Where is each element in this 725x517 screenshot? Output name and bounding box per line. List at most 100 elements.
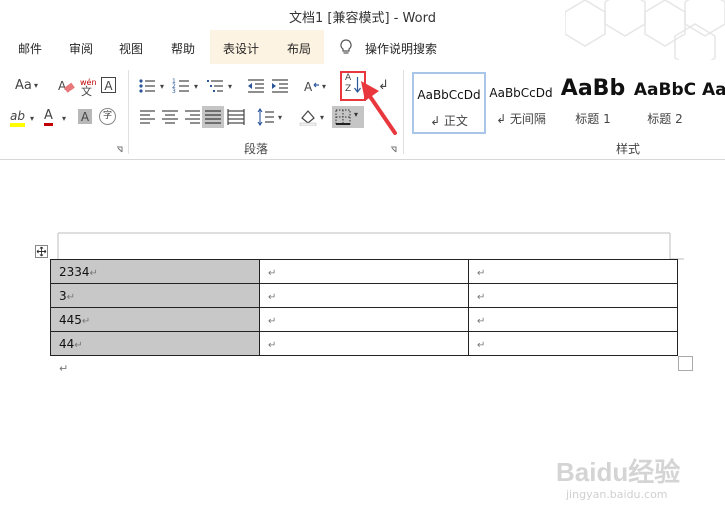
style-title[interactable]: Aa xyxy=(702,72,725,130)
style-label: ↲ 无间隔 xyxy=(496,112,546,126)
style-label: 标题 1 xyxy=(575,112,611,126)
table-cell[interactable]: ↵ xyxy=(259,307,469,332)
table-row: 2334↵ ↵ ↵ xyxy=(50,259,678,284)
enclose-char-button[interactable]: 字 xyxy=(99,108,116,125)
table-cell[interactable]: 44↵ xyxy=(50,331,260,356)
tab-view[interactable]: 视图 xyxy=(119,40,143,57)
cell-end-mark: ↵ xyxy=(477,267,486,279)
ribbon-tabs: 邮件 审阅 视图 帮助 表设计 布局 操作说明搜索 xyxy=(0,30,725,64)
bullets-icon[interactable] xyxy=(138,77,158,95)
group-separator xyxy=(128,70,129,154)
table-move-handle-icon[interactable] xyxy=(35,245,48,258)
chevron-down-icon: ▾ xyxy=(160,82,165,91)
paragraph-group-label: 段落 xyxy=(244,142,269,156)
chevron-down-icon: ▾ xyxy=(194,82,199,91)
char-border-button[interactable]: A xyxy=(101,77,116,93)
change-case-button[interactable]: Aa xyxy=(15,78,32,94)
paragraph-dialog-launcher-icon[interactable] xyxy=(390,146,398,154)
group-separator xyxy=(403,70,404,154)
svg-text:3: 3 xyxy=(172,88,176,95)
table-cell[interactable]: ↵ xyxy=(468,331,678,356)
cell-end-mark: ↵ xyxy=(477,315,486,327)
table-cell[interactable]: ↵ xyxy=(468,283,678,308)
chevron-down-icon: ▾ xyxy=(320,113,325,122)
svg-text:A: A xyxy=(58,79,67,93)
tab-mailings[interactable]: 邮件 xyxy=(18,40,42,57)
numbering-icon[interactable]: 123 xyxy=(172,77,192,95)
paragraph-mark: ↵ xyxy=(59,362,69,375)
table-row: 44↵ ↵ ↵ xyxy=(50,331,678,356)
table-cell[interactable]: ↵ xyxy=(468,307,678,332)
borders-icon xyxy=(335,109,351,125)
title-bar: 文档1 [兼容模式] - Word xyxy=(0,0,725,60)
style-no-spacing[interactable]: AaBbCcDd ↲ 无间隔 xyxy=(486,72,556,130)
tab-help[interactable]: 帮助 xyxy=(171,40,195,57)
table-cell[interactable]: 445↵ xyxy=(50,307,260,332)
table-row: 445↵ ↵ ↵ xyxy=(50,307,678,332)
cell-end-mark: ↵ xyxy=(477,339,486,351)
cell-end-mark: ↵ xyxy=(477,291,486,303)
justify-icon xyxy=(205,110,221,124)
align-center-icon[interactable] xyxy=(160,108,180,126)
cell-end-mark: ↵ xyxy=(81,315,91,327)
cell-end-mark: ↵ xyxy=(268,339,277,351)
style-label: 标题 2 xyxy=(647,112,683,126)
style-sample: Aa xyxy=(702,80,725,100)
tab-table-design[interactable]: 表设计 xyxy=(223,40,259,57)
style-heading-2[interactable]: AaBbC 标题 2 xyxy=(630,72,700,130)
decrease-indent-icon[interactable] xyxy=(246,77,266,95)
chevron-down-icon: ▾ xyxy=(278,113,283,122)
cell-end-mark: ↵ xyxy=(268,315,277,327)
chinese-layout-icon[interactable]: A xyxy=(302,77,322,95)
table-cell[interactable]: ↵ xyxy=(259,283,469,308)
table-row: 3↵ ↵ ↵ xyxy=(50,283,678,308)
style-sample: AaBb xyxy=(560,76,626,101)
phonetic-guide-icon[interactable]: 文 xyxy=(81,84,92,100)
table-cell[interactable]: ↵ xyxy=(259,331,469,356)
table-cell[interactable]: ↵ xyxy=(259,259,469,284)
table-cell[interactable]: 3↵ xyxy=(50,283,260,308)
ribbon: Aa ▾ A wén 文 A ab ▾ A ▾ A 字 ▾ 123 ▾ ▾ A … xyxy=(0,64,725,160)
increase-indent-icon[interactable] xyxy=(270,77,290,95)
align-left-icon[interactable] xyxy=(138,108,158,126)
font-dialog-launcher-icon[interactable] xyxy=(116,146,124,154)
chevron-down-icon: ▾ xyxy=(30,114,35,123)
sort-label-a: A xyxy=(345,73,352,83)
sort-label-z: Z xyxy=(345,84,352,94)
table-cell[interactable]: ↵ xyxy=(468,259,678,284)
tab-review[interactable]: 审阅 xyxy=(69,40,93,57)
distributed-icon[interactable] xyxy=(226,108,246,126)
tab-layout[interactable]: 布局 xyxy=(287,40,311,57)
char-shading-button[interactable]: A xyxy=(78,109,92,124)
chevron-down-icon: ▾ xyxy=(62,114,67,123)
chevron-down-icon: ▾ xyxy=(228,82,233,91)
style-normal[interactable]: AaBbCcDd ↲ 正文 xyxy=(412,72,486,134)
tell-me-search[interactable]: 操作说明搜索 xyxy=(365,40,437,57)
style-heading-1[interactable]: AaBb 标题 1 xyxy=(558,72,628,130)
cell-end-mark: ↵ xyxy=(66,291,76,303)
align-right-icon[interactable] xyxy=(182,108,202,126)
chevron-down-icon: ▾ xyxy=(322,82,327,91)
document-table[interactable]: 2334↵ ↵ ↵ 3↵ ↵ ↵ 445↵ ↵ ↵ 44↵ ↵ ↵ xyxy=(50,259,678,356)
styles-group-label: 样式 xyxy=(616,142,641,156)
table-resize-handle[interactable] xyxy=(678,356,693,371)
style-sample: AaBbCcDd xyxy=(417,88,481,102)
clear-format-icon[interactable]: A xyxy=(56,77,76,95)
svg-text:A: A xyxy=(304,80,313,94)
font-color-button[interactable]: A xyxy=(44,108,53,126)
style-sample: AaBbC xyxy=(633,80,697,100)
cell-end-mark: ↵ xyxy=(74,339,83,351)
shading-icon[interactable] xyxy=(298,108,318,126)
style-sample: AaBbCcDd xyxy=(489,86,553,100)
line-spacing-icon[interactable] xyxy=(256,108,276,126)
highlight-button[interactable]: ab xyxy=(10,109,25,127)
table-cell[interactable]: 2334↵ xyxy=(50,259,260,284)
multilevel-list-icon[interactable] xyxy=(206,77,226,95)
baidu-watermark-logo: Baidu经验 xyxy=(556,457,681,487)
style-label: ↲ 正文 xyxy=(430,114,468,128)
lightbulb-icon xyxy=(340,39,352,54)
borders-button[interactable]: ▾ xyxy=(332,106,364,128)
cell-end-mark: ↵ xyxy=(268,267,277,279)
justify-button[interactable] xyxy=(202,106,224,128)
chevron-down-icon: ▾ xyxy=(354,110,359,119)
